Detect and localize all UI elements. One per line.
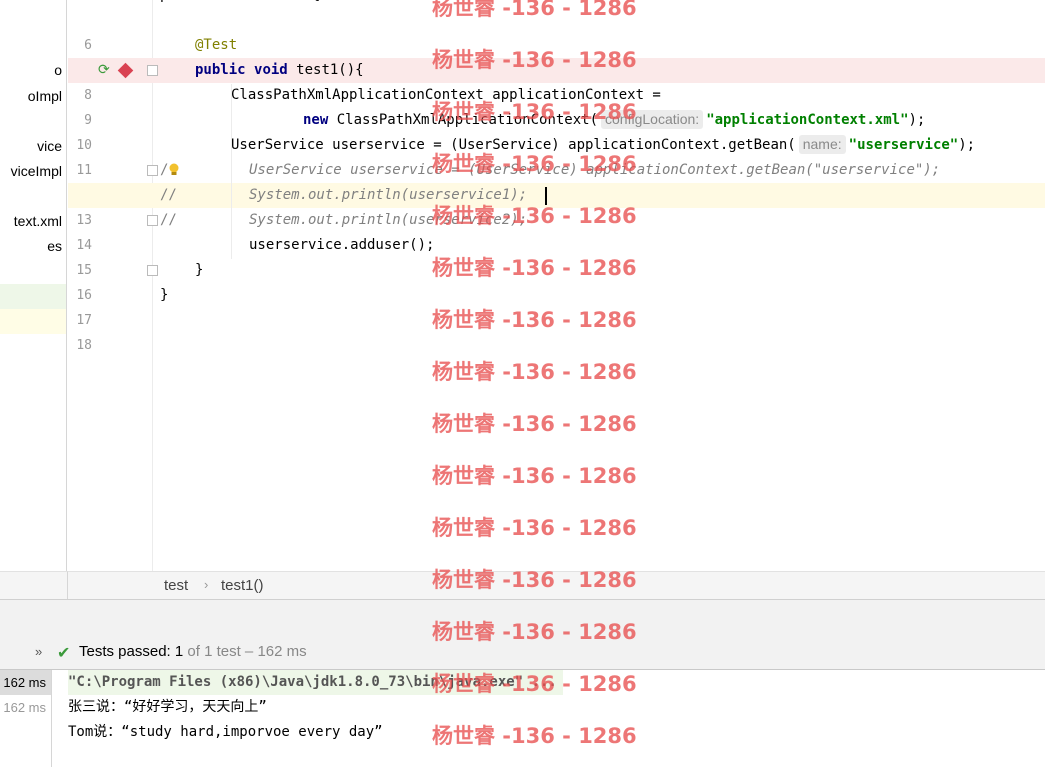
code-line: 16 }	[68, 258, 1045, 303]
console-line: 张三说：“好好学习，天天向上”	[68, 699, 267, 715]
test-tree: 162 ms 162 ms	[0, 670, 52, 767]
code-line: 9 ClassPathXmlApplicationContext applica…	[68, 83, 1045, 128]
tree-item[interactable]: text.xml	[0, 209, 66, 234]
parameter-hint: name:	[798, 135, 846, 154]
string-literal: "applicationContext.xml"	[706, 112, 909, 128]
tree-item[interactable]: vice	[0, 134, 66, 159]
keyword: void	[254, 62, 288, 78]
tree-item[interactable]: es	[0, 234, 66, 259]
project-tree-panel: o oImpl vice viceImpl text.xml es	[0, 0, 67, 600]
text-caret	[545, 187, 547, 205]
tree-item[interactable]: oImpl	[0, 84, 66, 109]
code-line: 10 new ClassPathXmlApplicationContext(co…	[68, 108, 1045, 153]
tree-item-highlight[interactable]	[0, 284, 66, 309]
code-line: 18	[68, 308, 1045, 353]
test-tree-item[interactable]: 162 ms	[0, 695, 51, 720]
code-line-breakpoint: 8 ⟳ public void test1(){	[68, 58, 1045, 103]
comment-text: UserService userservice = (UserService) …	[249, 162, 941, 178]
tests-status-detail: of 1 test – 162 ms	[183, 643, 307, 660]
breadcrumb-separator: ›	[204, 577, 209, 592]
comment-text: System.out.println(userservice2);	[249, 212, 528, 228]
test-tree-item[interactable]: 162 ms	[0, 670, 51, 695]
comment-text: System.out.println(userservice1);	[249, 187, 528, 203]
method-signature: test1(){	[287, 62, 364, 78]
fold-icon[interactable]	[147, 65, 158, 76]
run-test-icon[interactable]: ⟳	[98, 63, 110, 77]
indent-guide	[231, 84, 232, 259]
code-text: UserService userservice = (UserService) …	[231, 137, 796, 153]
tests-status-prefix: Tests passed:	[79, 643, 175, 660]
tree-item-selected[interactable]: o	[0, 58, 66, 83]
code-text: );	[908, 112, 926, 128]
code-line: 6	[68, 8, 1045, 53]
line-number: 18	[76, 338, 92, 353]
breadcrumb-item-class[interactable]: test	[164, 577, 188, 594]
breakpoint-icon[interactable]	[117, 62, 134, 79]
fold-icon[interactable]	[147, 265, 158, 276]
comment-prefix: //	[160, 212, 177, 228]
code-line: 11 UserService userservice = (UserServic…	[68, 133, 1045, 178]
tests-status: Tests passed: 1 of 1 test – 162 ms	[79, 643, 307, 660]
tree-item-label: es	[47, 238, 62, 254]
tree-item-label: text.xml	[13, 213, 62, 229]
tree-item-highlight[interactable]	[0, 309, 66, 334]
string-literal: "userservice"	[848, 137, 959, 153]
tree-item-label: viceImpl	[10, 163, 62, 179]
code-line: 14 // System.out.println(userservice2);	[68, 208, 1045, 253]
test-duration: 162 ms	[3, 700, 46, 715]
keyword: public	[195, 62, 246, 78]
code-text: }	[160, 287, 169, 303]
code-text: userservice.adduser();	[249, 237, 435, 253]
left-strip	[0, 571, 68, 599]
code-line: 12 / UserService userservice = (UserServ…	[68, 158, 1045, 203]
console-command-line: "C:\Program Files (x86)\Java\jdk1.8.0_73…	[68, 670, 563, 695]
keyword: new	[303, 112, 329, 128]
code-text: ClassPathXmlApplicationContext applicati…	[231, 87, 661, 103]
comment-prefix: //	[160, 187, 177, 203]
tree-item-label: vice	[37, 138, 62, 154]
code-line: public class test {	[68, 0, 1045, 8]
annotation-text: @Test	[195, 37, 238, 53]
code-line: 15 userservice.adduser();	[68, 233, 1045, 278]
code-text: public class test {	[160, 0, 320, 8]
code-line: 7 @Test	[68, 33, 1045, 78]
check-icon: ✔	[57, 645, 71, 662]
code-editor[interactable]: public class test { 6 7 @Test 8 ⟳ public…	[68, 0, 1045, 571]
parameter-hint: configLocation:	[601, 110, 704, 129]
test-duration: 162 ms	[3, 675, 46, 690]
breadcrumb-item-method[interactable]: test1()	[221, 577, 264, 594]
code-line-current: 13 // System.out.println(userservice1);	[68, 183, 1045, 228]
code-text: ClassPathXmlApplicationContext(	[328, 112, 599, 128]
console-line: Tom说：“study hard,imporvoe every day”	[68, 724, 383, 740]
expand-icon[interactable]: »	[35, 644, 42, 659]
run-toolbar: » ✔ Tests passed: 1 of 1 test – 162 ms	[0, 600, 1045, 670]
code-text: );	[958, 137, 976, 153]
code-text: }	[195, 262, 204, 278]
console-output[interactable]: "C:\Program Files (x86)\Java\jdk1.8.0_73…	[53, 670, 1045, 767]
code-line: 17 }	[68, 283, 1045, 328]
tree-item-label: o	[54, 62, 62, 78]
fold-icon[interactable]	[147, 165, 158, 176]
breadcrumb: test › test1()	[68, 571, 1045, 599]
tests-count: 1	[174, 643, 184, 660]
run-panel: » ✔ Tests passed: 1 of 1 test – 162 ms 1…	[0, 599, 1045, 767]
fold-icon[interactable]	[147, 215, 158, 226]
tree-item-label: oImpl	[27, 88, 62, 104]
tree-item[interactable]: viceImpl	[0, 159, 66, 184]
intention-bulb-icon[interactable]	[168, 163, 180, 177]
